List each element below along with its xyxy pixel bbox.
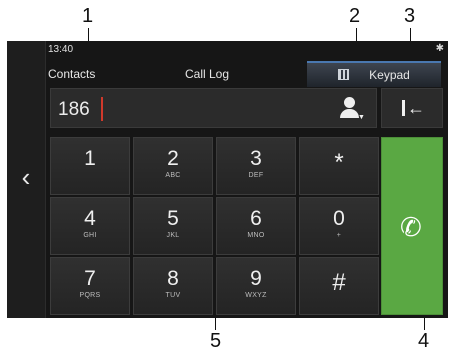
key-letters: + [336, 232, 342, 239]
key-3[interactable]: 3 DEF [216, 137, 296, 195]
callout-4: 4 [418, 330, 430, 352]
key-letters: GHI [83, 232, 97, 239]
call-button[interactable]: ✆ [381, 137, 443, 315]
key-digit: 1 [84, 147, 96, 170]
key-letters: DEF [248, 172, 264, 179]
keypad-icon [338, 69, 350, 80]
callout-3: 3 [404, 5, 416, 27]
callout-2: 2 [349, 5, 361, 27]
contact-lookup-icon[interactable]: ▼ [338, 95, 365, 121]
key-letters: ABC [165, 172, 181, 179]
key-1[interactable]: 1 [50, 137, 130, 195]
callout-1: 1 [82, 5, 94, 27]
tab-keypad[interactable]: Keypad [307, 61, 441, 87]
key-letters: JKL [166, 232, 180, 239]
tab-call-log-label: Call Log [184, 67, 230, 81]
backspace-button[interactable]: ← [381, 88, 443, 128]
key-8[interactable]: 8 TUV [133, 257, 213, 315]
key-digit: 3 [250, 147, 262, 170]
text-cursor [101, 97, 103, 121]
key-5[interactable]: 5 JKL [133, 197, 213, 255]
key-digit: 0 [333, 207, 345, 230]
callout-5: 5 [210, 330, 222, 352]
key-9[interactable]: 9 WXYZ [216, 257, 296, 315]
bluetooth-icon: ✱ [435, 43, 444, 54]
key-hash[interactable]: # [299, 257, 379, 315]
key-digit: 8 [167, 267, 179, 290]
key-letters: MNO [247, 232, 265, 239]
back-button[interactable]: ‹ [16, 163, 36, 191]
key-0[interactable]: 0 + [299, 197, 379, 255]
key-digit: * [334, 149, 344, 176]
key-digit: 7 [84, 267, 96, 290]
phone-bluetooth-icon: ✆ [400, 212, 422, 242]
key-4[interactable]: 4 GHI [50, 197, 130, 255]
dialed-number: 186 [58, 99, 90, 120]
dropdown-caret-icon: ▼ [358, 114, 365, 121]
tab-contacts[interactable]: Contacts [48, 63, 128, 85]
key-2[interactable]: 2 ABC [133, 137, 213, 195]
key-star[interactable]: * [299, 137, 379, 195]
back-column: ‹ [7, 41, 46, 318]
key-digit: 6 [250, 207, 262, 230]
tab-call-log[interactable]: Call Log [147, 63, 267, 85]
key-digit: 4 [84, 207, 96, 230]
tab-keypad-label: Keypad [369, 68, 410, 82]
tab-contacts-label: Contacts [48, 67, 96, 81]
number-entry-field[interactable]: 186 ▼ [50, 88, 377, 128]
key-7[interactable]: 7 PQRS [50, 257, 130, 315]
key-letters: TUV [165, 292, 181, 299]
key-digit: 2 [167, 147, 179, 170]
status-time: 13:40 [48, 44, 74, 55]
key-digit: 9 [250, 267, 262, 290]
key-6[interactable]: 6 MNO [216, 197, 296, 255]
key-letters: PQRS [79, 292, 101, 299]
key-digit: # [332, 269, 346, 296]
key-letters: WXYZ [245, 292, 267, 299]
key-digit: 5 [167, 207, 179, 230]
phone-screen: ‹ 13:40 ✱ Contacts Call Log Keypad 186 ▼… [7, 41, 448, 318]
